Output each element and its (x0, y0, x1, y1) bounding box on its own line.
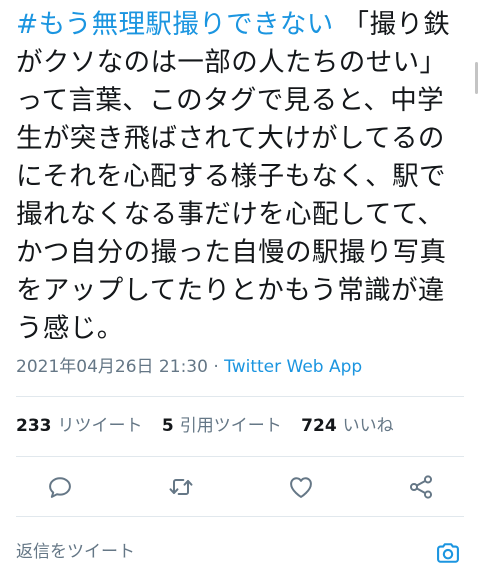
tweet-stats: 233 リツイート 5 引用ツイート 724 いいね (16, 411, 408, 436)
quote-stat[interactable]: 5 引用ツイート (162, 416, 282, 436)
tweet-meta: 2021年04月26日 21:30 · Twitter Web App (16, 352, 362, 377)
camera-icon (437, 543, 459, 563)
reply-icon (49, 477, 71, 498)
reply-button[interactable] (46, 473, 74, 501)
retweet-count: 233 (16, 416, 52, 436)
scrollbar[interactable] (475, 62, 478, 94)
retweet-button[interactable] (167, 473, 195, 501)
tweet-source[interactable]: Twitter Web App (224, 357, 362, 377)
hashtag-link[interactable]: #もう無理駅撮りできない (16, 9, 334, 40)
reply-bar: 返信をツイート (0, 517, 480, 577)
retweet-icon (169, 479, 193, 495)
like-icon (290, 477, 312, 498)
like-button[interactable] (287, 473, 315, 501)
tweet-text: #もう無理駅撮りできない 「撮り鉄がクソなのは一部の人たちのせい」って言葉、この… (16, 6, 468, 348)
camera-button[interactable] (434, 539, 462, 567)
like-stat[interactable]: 724 いいね (301, 416, 394, 436)
divider (16, 456, 464, 457)
tweet-body-text: 「撮り鉄がクソなのは一部の人たちのせい」って言葉、このタグで見ると、中学生が突き… (16, 9, 451, 344)
action-bar (0, 467, 480, 507)
divider (16, 396, 464, 397)
retweet-label: リツイート (57, 416, 143, 436)
like-label: いいね (342, 416, 394, 436)
meta-separator: · (207, 357, 225, 377)
reply-input[interactable]: 返信をツイート (16, 537, 135, 562)
quote-label: 引用ツイート (179, 416, 282, 436)
quote-count: 5 (161, 416, 174, 436)
like-count: 724 (301, 416, 337, 436)
tweet-timestamp[interactable]: 2021年04月26日 21:30 (16, 357, 208, 377)
share-icon (409, 475, 433, 499)
share-button[interactable] (407, 473, 435, 501)
retweet-stat[interactable]: 233 リツイート (16, 416, 143, 436)
